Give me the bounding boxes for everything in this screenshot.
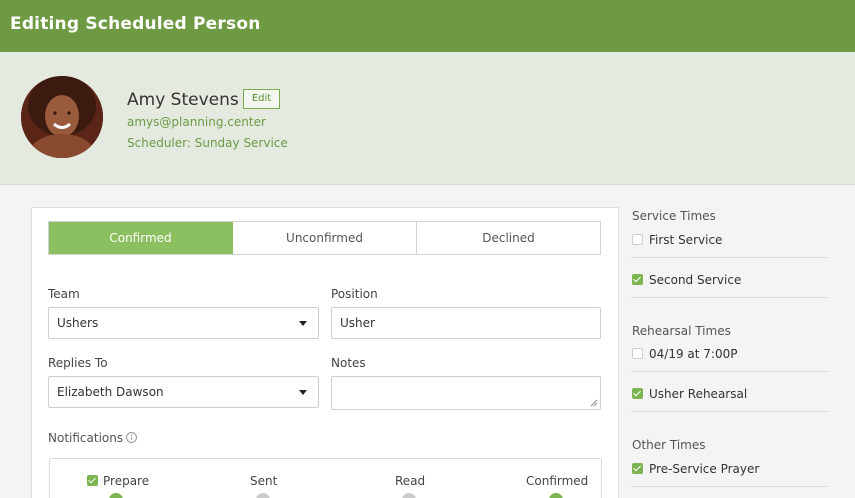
checkbox-unchecked-icon[interactable] xyxy=(632,348,643,359)
divider xyxy=(631,411,828,412)
status-tab-confirmed[interactable]: Confirmed xyxy=(49,222,233,254)
status-segmented-control: Confirmed Unconfirmed Declined xyxy=(48,221,601,255)
notification-prepare-label: Prepare xyxy=(103,474,150,488)
rehearsal-time-label: 04/19 at 7:00P xyxy=(649,347,738,361)
divider xyxy=(631,297,828,298)
notification-confirmed-label: Confirmed xyxy=(526,474,589,488)
info-icon[interactable]: i xyxy=(126,432,137,443)
team-label: Team xyxy=(48,287,80,301)
notification-sent-label: Sent xyxy=(250,474,278,488)
service-times-heading: Service Times xyxy=(632,209,716,223)
page-title: Editing Scheduled Person xyxy=(10,14,261,34)
other-time-item[interactable]: Pre-Service Prayer xyxy=(632,462,759,476)
position-label: Position xyxy=(331,287,378,301)
service-time-item[interactable]: Second Service xyxy=(632,273,741,287)
notifications-label: Notifications xyxy=(48,431,124,445)
chevron-down-icon xyxy=(299,390,307,395)
checkbox-unchecked-icon[interactable] xyxy=(632,234,643,245)
replies-to-select-value: Elizabeth Dawson xyxy=(57,385,164,399)
divider xyxy=(631,257,828,258)
other-times-heading: Other Times xyxy=(632,438,706,452)
resize-handle-icon[interactable] xyxy=(590,399,598,407)
rehearsal-time-item[interactable]: 04/19 at 7:00P xyxy=(632,347,737,361)
team-select-value: Ushers xyxy=(57,316,99,330)
notes-textarea[interactable] xyxy=(331,376,601,410)
team-select[interactable]: Ushers xyxy=(48,307,319,339)
notification-read-label: Read xyxy=(395,474,426,488)
checkbox-checked-icon[interactable] xyxy=(632,274,643,285)
position-input[interactable]: Usher xyxy=(331,307,601,339)
divider xyxy=(631,371,828,372)
notes-label: Notes xyxy=(331,356,366,370)
title-bar: Editing Scheduled Person xyxy=(0,0,855,52)
person-header: Amy Stevens Edit amys@planning.center Sc… xyxy=(0,52,855,185)
status-tab-declined[interactable]: Declined xyxy=(417,222,600,254)
notification-prepare[interactable]: Prepare xyxy=(87,474,149,488)
status-tab-unconfirmed[interactable]: Unconfirmed xyxy=(233,222,417,254)
rehearsal-time-item[interactable]: Usher Rehearsal xyxy=(632,387,747,401)
scheduler-link[interactable]: Scheduler: Sunday Service xyxy=(127,136,288,150)
person-email-link[interactable]: amys@planning.center xyxy=(127,115,266,129)
replies-to-select[interactable]: Elizabeth Dawson xyxy=(48,376,319,408)
checkbox-checked-icon[interactable] xyxy=(632,463,643,474)
checkbox-checked-icon[interactable] xyxy=(87,475,98,486)
service-time-item[interactable]: First Service xyxy=(632,233,722,247)
rehearsal-time-label: Usher Rehearsal xyxy=(649,387,748,401)
position-input-value: Usher xyxy=(340,316,375,330)
chevron-down-icon xyxy=(299,321,307,326)
other-time-label: Pre-Service Prayer xyxy=(649,462,760,476)
person-name: Amy Stevens xyxy=(127,90,239,110)
rehearsal-times-heading: Rehearsal Times xyxy=(632,324,731,338)
service-time-label: Second Service xyxy=(649,273,742,287)
divider xyxy=(631,486,828,487)
edit-person-button[interactable]: Edit xyxy=(243,89,280,109)
replies-to-label: Replies To xyxy=(48,356,108,370)
avatar xyxy=(21,76,103,158)
service-time-label: First Service xyxy=(649,233,723,247)
checkbox-checked-icon[interactable] xyxy=(632,388,643,399)
